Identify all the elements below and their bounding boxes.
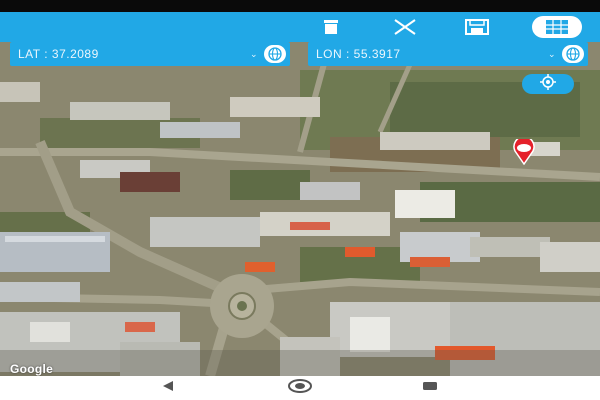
- chevron-down-icon: ⌄: [249, 48, 259, 59]
- map-list-button[interactable]: [530, 15, 584, 39]
- delete-button[interactable]: [318, 15, 344, 39]
- save-button[interactable]: [462, 15, 492, 39]
- trash-icon: [322, 19, 340, 35]
- longitude-value: LON : 55.3917: [316, 47, 401, 61]
- navigation-bar: [0, 376, 600, 400]
- recents-button[interactable]: [420, 380, 440, 396]
- location-marker[interactable]: [504, 135, 544, 166]
- longitude-field[interactable]: LON : 55.3917 ⌄: [308, 42, 588, 66]
- close-button[interactable]: [390, 15, 420, 39]
- save-icon: [464, 18, 490, 36]
- home-button[interactable]: [287, 378, 313, 398]
- my-location-button[interactable]: [522, 73, 574, 95]
- satellite-imagery: [0, 42, 600, 376]
- latitude-field[interactable]: LAT : 37.2089 ⌄: [10, 42, 290, 66]
- chevron-down-icon: ⌄: [547, 48, 557, 59]
- recents-icon: [421, 379, 439, 397]
- crosshair-icon: [540, 73, 556, 95]
- location-pin-icon: [504, 135, 544, 169]
- app-screen: LAT : 37.2089 ⌄ LON : 55.3917 ⌄ Google: [0, 0, 600, 400]
- satellite-map[interactable]: [0, 42, 600, 376]
- status-bar: [0, 0, 600, 12]
- google-logo: Google: [10, 362, 54, 376]
- back-button[interactable]: [158, 380, 178, 396]
- back-icon: [161, 379, 175, 397]
- globe-icon[interactable]: [558, 45, 588, 63]
- close-icon: [393, 19, 417, 35]
- top-toolbar: [0, 12, 600, 42]
- map-list-icon: [532, 16, 582, 38]
- globe-icon[interactable]: [260, 45, 290, 63]
- latitude-value: LAT : 37.2089: [18, 47, 99, 61]
- home-icon: [287, 378, 313, 398]
